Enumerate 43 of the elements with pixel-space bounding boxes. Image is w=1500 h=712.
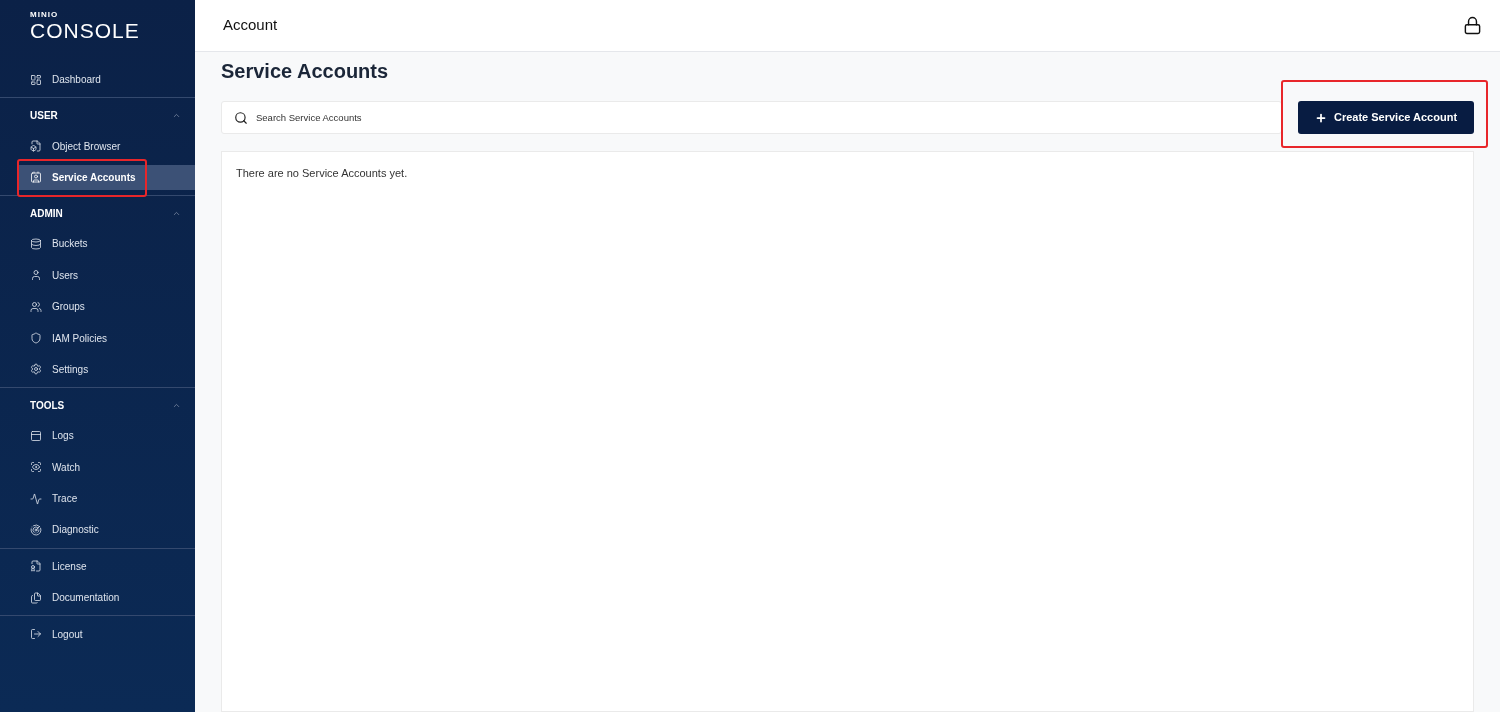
- database-icon: [30, 237, 42, 250]
- window-icon: [30, 429, 42, 442]
- user-icon: [30, 269, 42, 282]
- sidebar-item[interactable]: Dashboard: [17, 64, 195, 96]
- create-service-account-button[interactable]: Create Service Account: [1298, 101, 1474, 134]
- sidebar-item[interactable]: License: [17, 550, 195, 583]
- logout-icon: [30, 628, 42, 641]
- settings-icon: [30, 363, 42, 376]
- radar-icon: [30, 524, 42, 536]
- sidebar-item[interactable]: Service Accounts: [17, 164, 195, 191]
- sidebar-item[interactable]: Buckets: [17, 228, 195, 260]
- sidebar-item[interactable]: Object Browser: [17, 130, 195, 162]
- search-icon: [234, 111, 248, 125]
- id-card-icon: [30, 171, 42, 184]
- document-badge-icon: [30, 560, 42, 573]
- section-header: USER: [30, 108, 58, 123]
- sidebar-item[interactable]: Logs: [17, 420, 195, 452]
- sidebar-item[interactable]: Users: [17, 259, 195, 291]
- sidebar-item[interactable]: Groups: [17, 290, 195, 323]
- shield-icon: [30, 332, 42, 345]
- page-title: Service Accounts: [221, 59, 390, 84]
- page-header-title: Account: [223, 15, 278, 36]
- dashboard-icon: [30, 73, 42, 86]
- empty-message: There are no Service Accounts yet.: [236, 167, 408, 179]
- documents-icon: [30, 591, 42, 604]
- users-icon: [30, 300, 42, 313]
- sidebar-item[interactable]: Logout: [17, 618, 195, 650]
- sidebar-item[interactable]: Watch: [17, 451, 195, 483]
- sidebar-item[interactable]: Settings: [17, 353, 195, 386]
- file-icon: [30, 140, 42, 153]
- sidebar-item[interactable]: Trace: [17, 482, 195, 515]
- sidebar-item[interactable]: IAM Policies: [17, 322, 195, 354]
- plus-icon: [1314, 111, 1327, 124]
- logo-brand: MINIO: [30, 10, 60, 20]
- focus-icon: [30, 461, 42, 474]
- logo-product: CONSOLE: [30, 20, 141, 42]
- sidebar-item[interactable]: Documentation: [17, 582, 195, 614]
- search-field[interactable]: Search Service Accounts: [221, 101, 1282, 134]
- activity-icon: [30, 492, 42, 505]
- section-header: TOOLS: [30, 398, 65, 413]
- sidebar-item[interactable]: Diagnostic: [17, 514, 195, 546]
- section-header: ADMIN: [30, 206, 63, 221]
- lock-icon[interactable]: [1463, 16, 1482, 35]
